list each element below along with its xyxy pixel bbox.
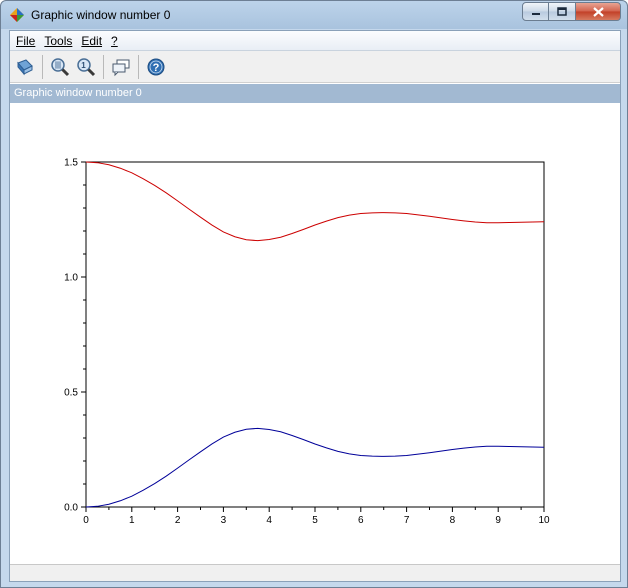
- x-tick-label: 8: [450, 515, 456, 526]
- plot-frame: [85, 161, 545, 508]
- x-tick-label: 5: [312, 515, 318, 526]
- plot-canvas[interactable]: 0 1 2 3 4 5 6 7 8 9 10 0.0 0.5 1.0 1.5: [10, 103, 620, 564]
- menu-help[interactable]: ?: [108, 34, 121, 48]
- series-line-1: [85, 161, 545, 242]
- unzoom-button[interactable]: 1: [74, 55, 98, 79]
- window-client-area: File Tools Edit ? 1 ? Graphic window num…: [9, 30, 621, 582]
- zoom-button[interactable]: [48, 55, 72, 79]
- y-tick-label: 0.0: [64, 503, 78, 514]
- minimize-button[interactable]: [522, 2, 549, 21]
- toolbar-separator: [138, 54, 139, 79]
- x-tick-label: 1: [129, 515, 135, 526]
- help-button[interactable]: ?: [144, 55, 168, 79]
- maximize-icon: [557, 7, 567, 16]
- datatip-icon: [112, 59, 130, 76]
- toolbar-separator: [103, 54, 104, 79]
- svg-text:?: ?: [153, 62, 160, 74]
- x-tick-label: 9: [495, 515, 501, 526]
- toolbar-separator: [42, 54, 43, 79]
- x-tick-label: 4: [266, 515, 272, 526]
- scilab-logo-icon: [10, 8, 24, 22]
- rotate-button[interactable]: [13, 55, 37, 79]
- help-icon: ?: [147, 58, 165, 75]
- x-tick-label: 0: [83, 515, 89, 526]
- datatip-button[interactable]: [109, 55, 133, 79]
- maximize-button[interactable]: [549, 2, 576, 21]
- svg-text:1: 1: [81, 61, 86, 70]
- window-title: Graphic window number 0: [31, 8, 171, 22]
- menu-edit[interactable]: Edit: [78, 34, 105, 48]
- y-tick-label: 1.5: [64, 158, 78, 169]
- menu-tools[interactable]: Tools: [41, 34, 75, 48]
- minimize-icon: [531, 12, 540, 15]
- toolbar: 1 ?: [10, 51, 620, 83]
- x-tick-label: 10: [538, 515, 550, 526]
- y-tick-label: 1.0: [64, 273, 78, 284]
- title-bar[interactable]: Graphic window number 0: [1, 1, 627, 29]
- graphic-window: Graphic window number 0 File Tools Edit …: [0, 0, 628, 588]
- series-line-2: [85, 427, 545, 508]
- x-tick-label: 7: [404, 515, 410, 526]
- x-tick-label: 6: [358, 515, 364, 526]
- menu-bar: File Tools Edit ?: [10, 31, 620, 51]
- y-tick-label: 0.5: [64, 388, 78, 399]
- x-tick-label: 3: [221, 515, 227, 526]
- unzoom-icon: 1: [77, 57, 96, 76]
- x-tick-label: 2: [175, 515, 181, 526]
- zoom-icon: [51, 57, 70, 76]
- menu-file[interactable]: File: [13, 34, 38, 48]
- window-controls: [522, 2, 621, 21]
- close-button[interactable]: [576, 2, 621, 21]
- window-banner: Graphic window number 0: [10, 84, 620, 103]
- rotate-icon: [17, 58, 33, 75]
- line-chart[interactable]: 0 1 2 3 4 5 6 7 8 9 10 0.0 0.5 1.0 1.5: [10, 103, 620, 564]
- status-bar: [10, 564, 620, 581]
- close-icon: [592, 6, 604, 17]
